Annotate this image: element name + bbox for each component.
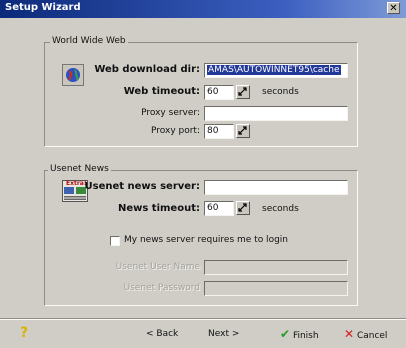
web-group-title: World Wide Web bbox=[50, 36, 128, 46]
cancel-button[interactable]: ✕ Cancel bbox=[344, 326, 387, 342]
web-timeout-stepper[interactable] bbox=[236, 85, 250, 99]
next-button[interactable]: Next > bbox=[208, 326, 239, 342]
web-timeout-label: Web timeout: bbox=[123, 86, 200, 97]
usenet-password-input[interactable] bbox=[204, 281, 348, 296]
close-button[interactable]: ✕ bbox=[387, 2, 400, 14]
usenet-user-name-label: Usenet User Name bbox=[115, 262, 200, 272]
finish-label: Finish bbox=[292, 331, 319, 341]
web-group bbox=[44, 42, 358, 147]
close-icon: ✕ bbox=[389, 3, 398, 14]
spin-arrows-icon bbox=[238, 87, 247, 96]
news-timeout-input[interactable]: 60 bbox=[204, 201, 234, 216]
globe-icon bbox=[62, 64, 84, 89]
web-timeout-input[interactable]: 60 bbox=[204, 85, 234, 100]
proxy-port-stepper[interactable] bbox=[236, 124, 250, 138]
spin-arrows-icon bbox=[238, 203, 247, 212]
usenet-server-label: Usenet news server: bbox=[84, 181, 201, 192]
proxy-server-label: Proxy server: bbox=[141, 108, 200, 118]
spin-arrows-icon bbox=[238, 126, 247, 135]
help-button[interactable]: ? bbox=[20, 325, 28, 341]
news-timeout-stepper[interactable] bbox=[236, 201, 250, 215]
finish-button[interactable]: ✔ Finish bbox=[280, 326, 319, 342]
proxy-port-label: Proxy port: bbox=[151, 126, 200, 136]
footer-separator bbox=[0, 318, 406, 320]
newspaper-icon-text: Extra! bbox=[66, 180, 87, 187]
window-title: Setup Wizard bbox=[5, 2, 81, 13]
title-bar: Setup Wizard ✕ bbox=[0, 0, 406, 18]
usenet-user-name-input[interactable] bbox=[204, 260, 348, 275]
back-button[interactable]: < Back bbox=[146, 326, 178, 342]
usenet-password-label: Usenet Password bbox=[123, 283, 200, 293]
login-checkbox[interactable] bbox=[110, 236, 120, 246]
web-download-dir-input[interactable]: AMAS\AUTOWINNET95\cache bbox=[204, 63, 348, 78]
proxy-port-input[interactable]: 80 bbox=[204, 124, 234, 139]
proxy-server-input[interactable] bbox=[204, 106, 348, 121]
checkmark-icon: ✔ bbox=[280, 327, 291, 341]
web-download-dir-label: Web download dir: bbox=[94, 64, 200, 75]
cancel-x-icon: ✕ bbox=[344, 327, 355, 341]
news-timeout-unit: seconds bbox=[262, 204, 299, 214]
cancel-label: Cancel bbox=[356, 331, 388, 341]
login-checkbox-label[interactable]: My news server requires me to login bbox=[124, 235, 288, 245]
help-icon: ? bbox=[20, 325, 29, 341]
news-timeout-label: News timeout: bbox=[117, 203, 200, 214]
news-group-title: Usenet News bbox=[48, 164, 111, 174]
usenet-server-input[interactable] bbox=[204, 180, 348, 195]
web-timeout-unit: seconds bbox=[262, 87, 299, 97]
